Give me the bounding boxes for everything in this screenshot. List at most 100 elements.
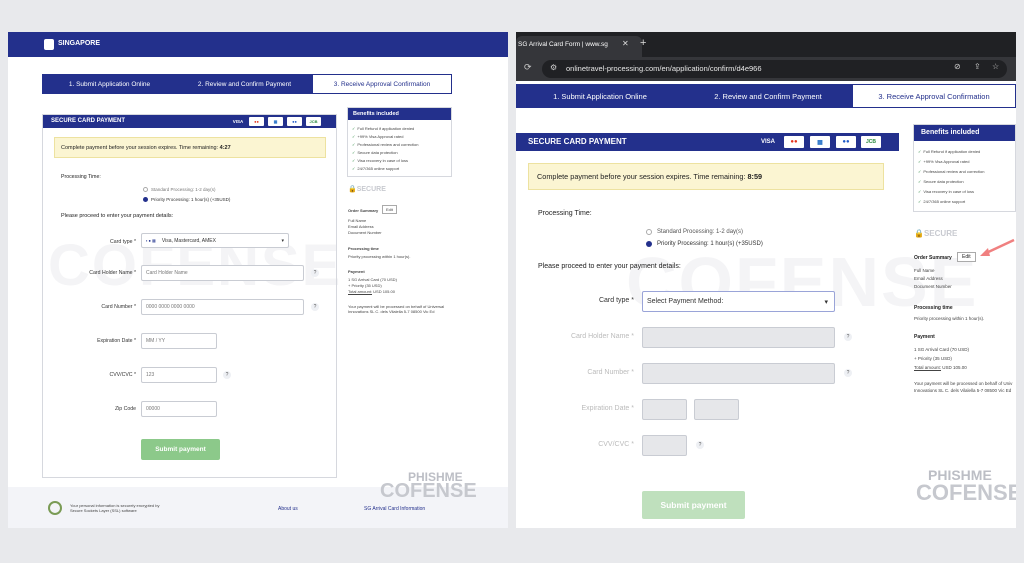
card-type-select[interactable]: Select Payment Method: ▾ <box>642 291 835 312</box>
benefit-item: ✓ Professional review and correction <box>352 142 419 147</box>
benefit-text: Secure data protection <box>357 150 398 155</box>
order-summary-title: Order Summary <box>914 255 952 261</box>
exp-year-select[interactable] <box>694 399 739 420</box>
cvv-input[interactable] <box>642 435 687 456</box>
radio-standard[interactable] <box>646 229 652 235</box>
total-value: USD 105.00 <box>373 289 395 294</box>
cofense-brand: COFENSE <box>380 480 477 502</box>
total-label: Total amount: <box>914 365 942 370</box>
benefit-item: ✓ Professional review and correction <box>918 169 985 174</box>
card-type-select[interactable]: ▪ ● ▦ Visa, Mastercard, AMEX ▾ <box>141 233 289 248</box>
address-bar[interactable]: ⚙ onlinetravel-processing.com/en/applica… <box>542 60 1007 78</box>
help-icon[interactable]: ? <box>311 303 319 311</box>
benefit-item: ✓ +99% Visa Approval rated <box>918 159 970 164</box>
total-line: Total amount: USD 105.00 <box>914 363 969 372</box>
proceed-text: Please proceed to enter your payment det… <box>538 263 681 270</box>
order-fields: Full Name Email Address Document Number <box>348 218 382 236</box>
number-input[interactable]: 0000 0000 0000 0000 <box>141 299 304 315</box>
priority-option-label: Priority Processing: 1 hour(s) (+35USD) <box>151 197 231 202</box>
left-screenshot: SINGAPORE COFENSE 1. Submit Application … <box>8 32 508 528</box>
payment-details: 1 SG Arrival Card (70 USD) + Priority (3… <box>348 277 397 295</box>
cvv-input[interactable]: 123 <box>141 367 217 383</box>
step-3: 3. Receive Approval Confirmation <box>852 84 1016 108</box>
site-info-icon[interactable]: ⚙ <box>550 63 557 72</box>
priority-option[interactable]: Priority Processing: 1 hour(s) (+35USD) <box>646 241 763 247</box>
share-icon[interactable]: ⇪ <box>974 62 981 71</box>
chevron-down-icon: ▾ <box>281 237 284 244</box>
sg-info-link[interactable]: SG Arrival Card Information <box>364 506 425 512</box>
priority-option[interactable]: Priority Processing: 1 hour(s) (+35USD) <box>143 197 230 202</box>
processing-time-value: Priority processing within 1 hour(s). <box>348 254 411 259</box>
chevron-down-icon: ▾ <box>824 298 828 306</box>
radio-priority[interactable] <box>646 241 652 247</box>
visa-logo: VISA <box>232 119 244 124</box>
secure-badge: 🔒SECURE <box>348 185 386 193</box>
holder-label: Card Holder Name * <box>570 333 634 340</box>
jcb-logo: JCB <box>861 136 881 148</box>
site-header: SINGAPORE <box>8 32 508 57</box>
card-header-title: SECURE CARD PAYMENT <box>528 137 627 146</box>
payment-title: Payment <box>914 334 935 340</box>
exp-month-select[interactable] <box>642 399 687 420</box>
timer-text: Complete payment before your session exp… <box>537 172 746 181</box>
star-icon[interactable]: ☆ <box>992 62 999 71</box>
total-line: Total amount: USD 105.00 <box>348 289 397 295</box>
help-icon[interactable]: ? <box>311 269 319 277</box>
timer-banner: Complete payment before your session exp… <box>54 137 326 158</box>
help-icon[interactable]: ? <box>844 333 852 341</box>
benefits-box: Benefits included ✓ Full Refund if applic… <box>347 107 452 177</box>
behalf-text: Your payment will be processed on behalf… <box>914 381 1013 393</box>
doc-label: Document Number <box>348 230 382 235</box>
site-logo-text: SINGAPORE <box>58 40 101 47</box>
holder-input[interactable] <box>642 327 835 348</box>
timer-text: Complete payment before your session exp… <box>61 144 219 151</box>
mastercard-logo: ●● <box>249 117 264 126</box>
benefit-text: Full Refund if application denied <box>923 149 981 154</box>
annotation-arrow-icon <box>980 238 1015 256</box>
submit-button[interactable]: Submit payment <box>642 491 745 519</box>
email-label: Email Address <box>914 276 943 281</box>
amex-logo: ▦ <box>810 136 830 148</box>
benefit-item: ✓ Full Refund if application denied <box>352 126 415 131</box>
processing-time-title: Processing time <box>348 246 379 251</box>
help-icon[interactable]: ? <box>223 371 231 379</box>
help-icon[interactable]: ? <box>844 369 852 377</box>
edit-button[interactable]: Edit <box>382 205 397 214</box>
number-label: Card Number * <box>101 304 136 310</box>
payment-title: Payment <box>348 269 365 274</box>
standard-option[interactable]: Standard Processing: 1-2 day(s) <box>646 229 743 235</box>
card-type-label: Card type * <box>110 239 136 245</box>
timer-value: 4:27 <box>219 144 231 151</box>
holder-input[interactable]: Card Holder Name <box>141 265 304 281</box>
help-icon[interactable]: ? <box>696 441 704 449</box>
number-input[interactable] <box>642 363 835 384</box>
payment-details: 1 SG Arrival Card (70 USD) + Priority (3… <box>914 345 969 372</box>
submit-button[interactable]: Submit payment <box>141 439 220 460</box>
about-link[interactable]: About us <box>278 506 298 512</box>
new-tab-icon[interactable]: + <box>640 37 646 49</box>
benefit-item: ✓ Visa recovery in case of loss <box>352 158 408 163</box>
benefit-text: Professional review and correction <box>357 142 419 147</box>
card-type-label: Card type * <box>598 297 634 304</box>
standard-option[interactable]: Standard Processing: 1-2 day(s) <box>143 187 216 192</box>
card-type-value: Visa, Mastercard, AMEX <box>161 237 216 244</box>
eye-off-icon[interactable]: ⊘ <box>954 62 961 71</box>
card-type-value: Select Payment Method: <box>647 298 724 305</box>
close-icon[interactable]: ✕ <box>622 39 629 48</box>
browser-tabbar: SG Arrival Card Form | www.sg ✕ + <box>516 32 1016 57</box>
edit-button[interactable]: Edit <box>957 252 976 262</box>
right-screenshot: SG Arrival Card Form | www.sg ✕ + ⟳ ⚙ on… <box>516 32 1016 528</box>
standard-option-label: Standard Processing: 1-2 day(s) <box>657 229 744 235</box>
exp-label: Expiration Date * <box>97 338 136 344</box>
browser-tab[interactable]: SG Arrival Card Form | www.sg ✕ <box>516 36 642 57</box>
cvv-label: CVV/CVC * <box>109 372 136 378</box>
zip-input[interactable]: 00000 <box>141 401 217 417</box>
radio-priority[interactable] <box>143 197 148 202</box>
card-header-title: SECURE CARD PAYMENT <box>51 118 126 124</box>
exp-input[interactable]: MM / YY <box>141 333 217 349</box>
proceed-text: Please proceed to enter your payment det… <box>61 213 174 219</box>
benefit-item: ✓ Full Refund if application denied <box>918 149 981 154</box>
radio-standard[interactable] <box>143 187 148 192</box>
processing-time-title: Processing time <box>914 305 953 311</box>
reload-icon[interactable]: ⟳ <box>524 62 532 73</box>
